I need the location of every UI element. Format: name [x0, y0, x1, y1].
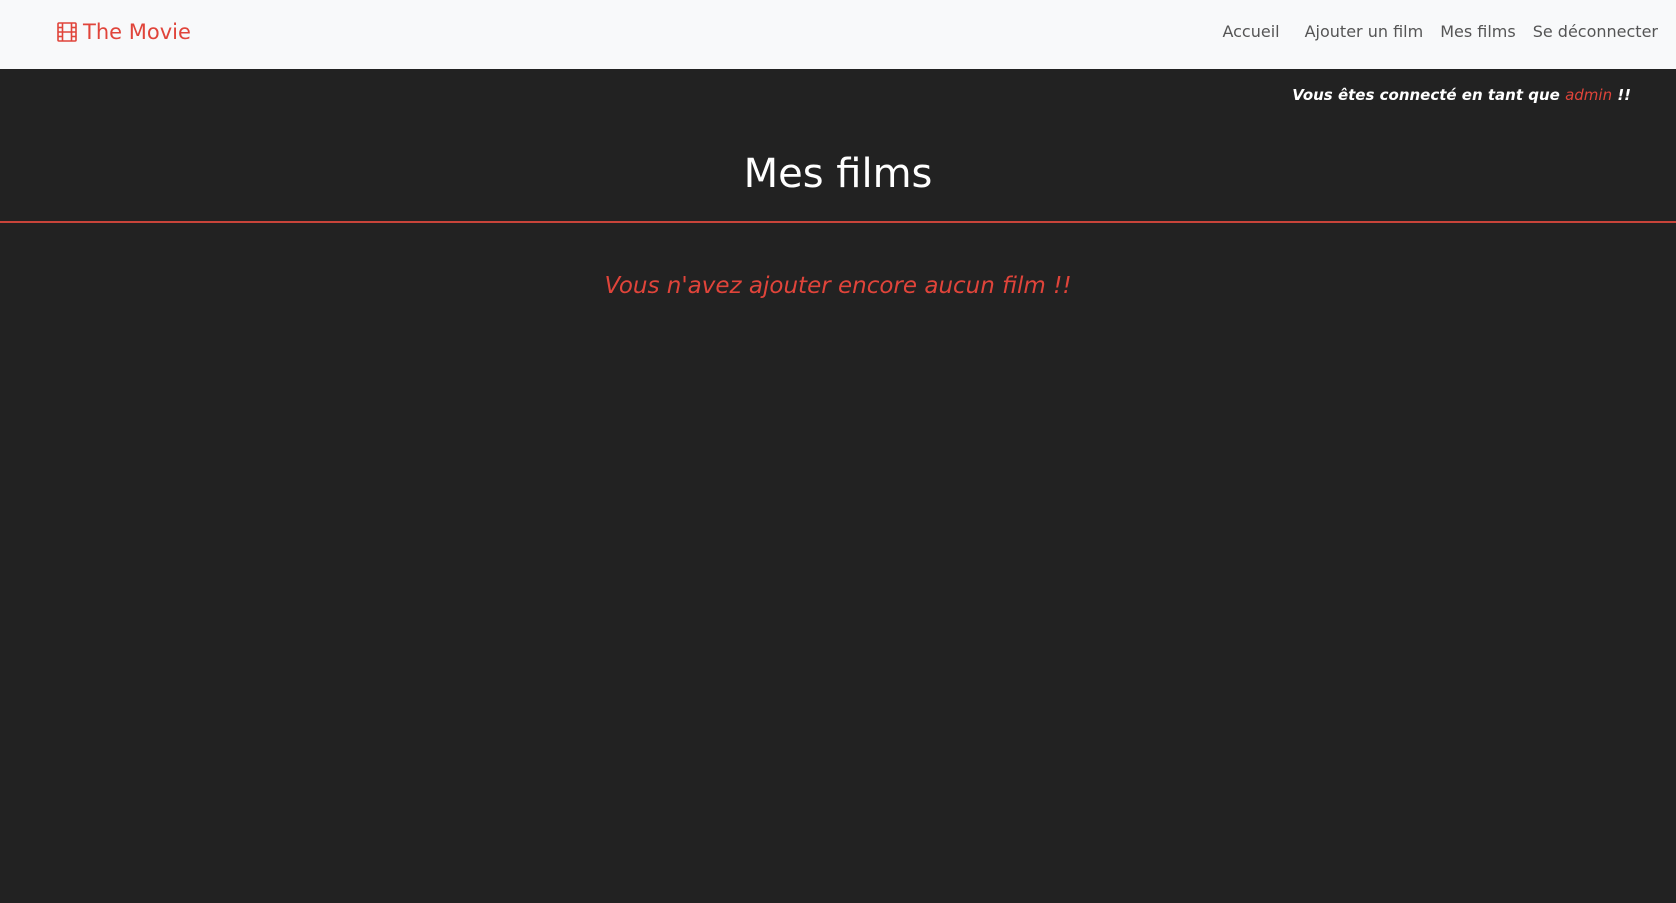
empty-films-message: Vous n'avez ajouter encore aucun film !! [604, 273, 1072, 299]
brand-link[interactable]: The Movie [56, 20, 191, 44]
page-title: Mes films [743, 151, 933, 197]
title-divider [0, 221, 1676, 223]
brand-label: The Movie [83, 20, 191, 44]
nav-links: Accueil Ajouter un film Mes films Se déc… [1205, 22, 1658, 41]
navbar: The Movie Accueil Ajouter un film Mes fi… [0, 0, 1676, 69]
user-status: Vous êtes connecté en tant que admin !! [1292, 86, 1631, 104]
username: admin [1565, 86, 1613, 104]
nav-link-deconnecter[interactable]: Se déconnecter [1533, 22, 1658, 41]
nav-link-accueil[interactable]: Accueil [1222, 22, 1279, 41]
nav-link-mes-films[interactable]: Mes films [1440, 22, 1516, 41]
nav-link-ajouter-film[interactable]: Ajouter un film [1305, 22, 1424, 41]
user-status-suffix: !! [1617, 86, 1631, 104]
user-status-prefix: Vous êtes connecté en tant que [1292, 86, 1560, 104]
film-icon [56, 21, 78, 43]
